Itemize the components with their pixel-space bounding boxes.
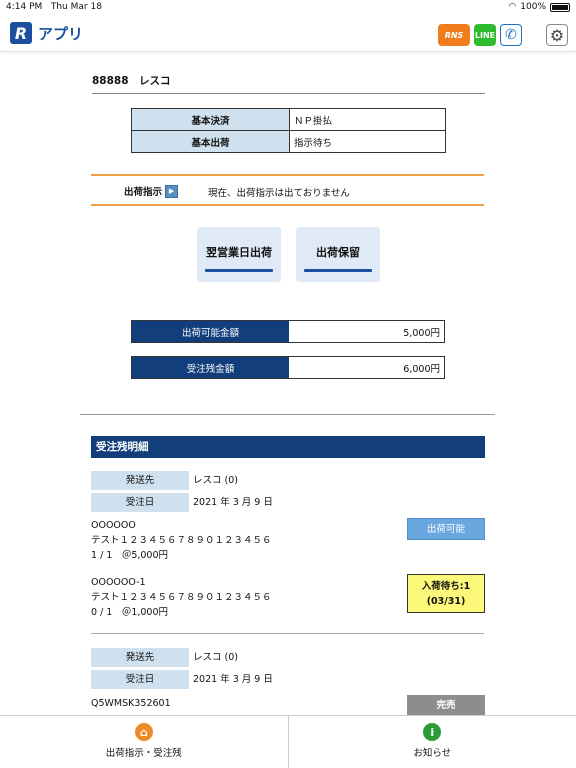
list-item: OOOOOO テスト１２３４５６７８９０１２３４５６ 1 / 1 ＠5,000円 — [91, 518, 272, 563]
status-left: 4:14 PM Thu Mar 18 — [6, 2, 102, 12]
status-bar: 4:14 PM Thu Mar 18 ◠ 100% — [0, 0, 576, 16]
dest-label: 発送先 — [91, 471, 189, 490]
item-name: テスト１２３４５６７８９０１２３４５６ — [91, 592, 272, 603]
next-day-label: 翌営業日出荷 — [206, 246, 272, 259]
phone-icon[interactable]: ✆ — [500, 24, 522, 46]
shipping-label-text: 出荷指示 — [124, 187, 163, 198]
tab-bar: ⌂ 出荷指示・受注残 i お知らせ — [0, 715, 576, 768]
battery-percent: 100% — [520, 2, 546, 12]
awaiting-arrival-badge: 入荷待ち:1 (03/31) — [407, 574, 485, 613]
basic-info-table: 基本決済 ＮＰ掛払 基本出荷 指示待ち — [131, 108, 446, 153]
app-header: R アプリ RNS LINE ✆ ⚙ — [0, 16, 576, 52]
shippable-status-button[interactable]: 出荷可能 — [407, 518, 485, 540]
tab-label: お知らせ — [413, 748, 452, 759]
list-item: Q5WMSK352601 — [91, 696, 171, 711]
customer-name: 88888 レスコ — [92, 75, 171, 87]
tab-label: 出荷指示・受注残 — [105, 748, 182, 759]
backorder-detail-header: 受注残明細 — [91, 436, 485, 458]
awaiting-count: 入荷待ち:1 — [421, 581, 471, 592]
next-business-day-ship-button[interactable]: 翌営業日出荷 — [197, 227, 281, 282]
logo-icon: R — [10, 22, 32, 44]
shippable-amount-value: 5,000円 — [403, 327, 440, 339]
dest-value: レスコ (0) — [193, 475, 238, 486]
play-icon[interactable]: ▶ — [165, 184, 179, 198]
table-row: 基本出荷 指示待ち — [131, 130, 446, 153]
button-underline — [304, 269, 372, 272]
dest-label: 発送先 — [91, 648, 189, 667]
rns-icon[interactable]: RNS — [438, 24, 470, 46]
item-code: OOOOOO-1 — [91, 577, 146, 588]
divider — [91, 204, 484, 206]
sold-out-badge: 完売 — [407, 695, 485, 715]
status-time: 4:14 PM — [6, 2, 43, 12]
status-right: ◠ 100% — [508, 2, 570, 12]
battery-icon — [550, 2, 570, 12]
button-underline — [205, 269, 273, 272]
item-name: テスト１２３４５６７８９０１２３４５６ — [91, 535, 272, 546]
shippable-amount-label: 出荷可能金額 — [132, 321, 289, 342]
basic-payment-value: ＮＰ掛払 — [289, 108, 446, 131]
home-icon: ⌂ — [134, 723, 153, 741]
backorder-amount: 受注残金額 6,000円 — [131, 356, 445, 379]
backorder-amount-label: 受注残金額 — [132, 357, 289, 378]
table-row: 基本決済 ＮＰ掛払 — [131, 108, 446, 131]
list-item: OOOOOO-1 テスト１２３４５６７８９０１２３４５６ 0 / 1 ＠1,00… — [91, 575, 272, 620]
line-icon[interactable]: LINE — [474, 24, 496, 46]
divider — [80, 414, 495, 415]
status-date: Thu Mar 18 — [50, 2, 102, 12]
item-code: OOOOOO — [91, 520, 136, 531]
order-date-value: 2021 年 3 月 9 日 — [193, 497, 273, 508]
app-name: アプリ — [38, 24, 84, 43]
basic-shipping-label: 基本出荷 — [131, 130, 290, 153]
divider — [91, 174, 484, 176]
basic-payment-label: 基本決済 — [131, 108, 290, 131]
order-date-label: 受注日 — [91, 493, 189, 512]
item-qty: 1 / 1 ＠5,000円 — [91, 550, 169, 561]
basic-shipping-value: 指示待ち — [289, 130, 446, 153]
info-icon: i — [423, 723, 442, 741]
shipping-status: 現在、出荷指示は出ておりません — [208, 188, 350, 199]
wifi-icon: ◠ — [508, 2, 517, 12]
gear-icon[interactable]: ⚙ — [546, 24, 568, 46]
order-date-value: 2021 年 3 月 9 日 — [193, 674, 273, 685]
hold-label: 出荷保留 — [316, 246, 360, 259]
tab-notices[interactable]: i お知らせ — [287, 716, 576, 768]
ship-hold-button[interactable]: 出荷保留 — [296, 227, 380, 282]
app-logo: R アプリ — [10, 22, 83, 44]
dest-value: レスコ (0) — [193, 652, 238, 663]
shipping-instruction-label[interactable]: 出荷指示 ▶ — [124, 184, 179, 198]
shippable-amount: 出荷可能金額 5,000円 — [131, 320, 445, 343]
divider — [92, 93, 485, 94]
header-icons: RNS LINE ✆ ⚙ — [438, 24, 568, 46]
divider — [91, 633, 484, 634]
main-content[interactable]: 88888 レスコ 基本決済 ＮＰ掛払 基本出荷 指示待ち 出荷指示 ▶ 現在、… — [0, 53, 576, 715]
item-qty: 0 / 1 ＠1,000円 — [91, 607, 169, 618]
item-code: Q5WMSK352601 — [91, 698, 171, 709]
awaiting-date: (03/31) — [426, 596, 466, 607]
order-date-label: 受注日 — [91, 670, 189, 689]
tab-shipping-backorder[interactable]: ⌂ 出荷指示・受注残 — [0, 716, 288, 768]
backorder-amount-value: 6,000円 — [403, 363, 440, 375]
